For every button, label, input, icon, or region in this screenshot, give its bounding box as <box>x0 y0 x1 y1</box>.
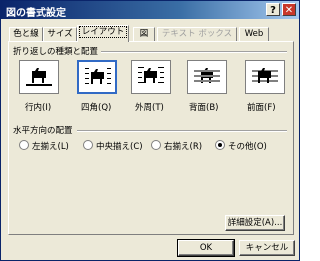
wrap-front-option[interactable] <box>245 60 285 94</box>
tab-label: サイズ <box>47 29 73 39</box>
wrap-front-icon <box>252 68 278 83</box>
tab-text-box: テキスト ボックス <box>157 27 237 41</box>
align-right-radio[interactable]: 右揃え(R) <box>151 140 202 152</box>
wrapping-group-divider <box>101 51 287 53</box>
tab-label: Web <box>244 29 264 39</box>
align-left-label: 左揃え(L) <box>32 142 69 152</box>
tab-picture[interactable]: 図 <box>133 27 155 41</box>
wrap-inline-icon <box>26 68 52 86</box>
wrap-tight-label: 外周(T) <box>135 103 164 113</box>
radio-button[interactable] <box>19 140 29 150</box>
alignment-group-divider <box>77 130 287 132</box>
help-icon: ? <box>270 5 276 16</box>
tab-label: テキスト ボックス <box>161 29 233 39</box>
wrap-behind-option[interactable] <box>187 60 227 94</box>
radio-button[interactable] <box>151 140 161 150</box>
wrap-tight-icon <box>138 67 164 83</box>
close-icon: ✕ <box>284 5 294 16</box>
align-center-label: 中央揃え(C) <box>96 142 143 152</box>
align-center-radio[interactable]: 中央揃え(C) <box>83 140 143 152</box>
cancel-button[interactable]: キャンセル <box>239 240 295 256</box>
close-button[interactable]: ✕ <box>282 3 296 16</box>
align-other-radio[interactable]: その他(O) <box>215 140 267 152</box>
alignment-group-label: 水平方向の配置 <box>13 126 73 136</box>
tab-web[interactable]: Web <box>239 27 269 41</box>
wrap-behind-label: 背面(B) <box>189 103 219 113</box>
wrap-inline-label: 行内(I) <box>25 103 52 113</box>
radio-button[interactable] <box>83 140 93 150</box>
dialog-title: 図の書式設定 <box>6 8 66 19</box>
wrapping-group-label: 折り返しの種類と配置 <box>13 47 99 57</box>
tab-label: 図 <box>139 29 149 39</box>
tab-label: レイアウト <box>78 26 128 38</box>
align-left-radio[interactable]: 左揃え(L) <box>19 140 69 152</box>
align-right-label: 右揃え(R) <box>164 142 203 152</box>
wrap-behind-icon <box>194 68 220 83</box>
wrap-square-option[interactable] <box>77 60 117 94</box>
radio-button[interactable] <box>215 140 225 150</box>
format-picture-dialog: 図の書式設定 ? ✕ 色と線 サイズ レイアウト 図 テキスト ボックス Web… <box>0 0 300 261</box>
wrap-inline-option[interactable] <box>19 60 59 94</box>
tab-label: 色と線 <box>13 29 39 39</box>
tab-layout[interactable]: レイアウト <box>77 25 129 42</box>
align-other-label: その他(O) <box>228 142 267 152</box>
help-button[interactable]: ? <box>266 3 280 16</box>
wrap-tight-option[interactable] <box>131 60 171 94</box>
ok-button[interactable]: OK <box>177 239 235 257</box>
advanced-settings-button[interactable]: 詳細設定(A)... <box>225 215 285 231</box>
wrap-square-icon <box>85 68 111 84</box>
title-bar[interactable]: 図の書式設定 ? ✕ <box>1 1 299 19</box>
tab-size[interactable]: サイズ <box>43 27 77 41</box>
wrap-square-label: 四角(Q) <box>81 103 112 113</box>
tab-colors-lines[interactable]: 色と線 <box>9 27 43 41</box>
wrap-front-label: 前面(F) <box>247 103 276 113</box>
